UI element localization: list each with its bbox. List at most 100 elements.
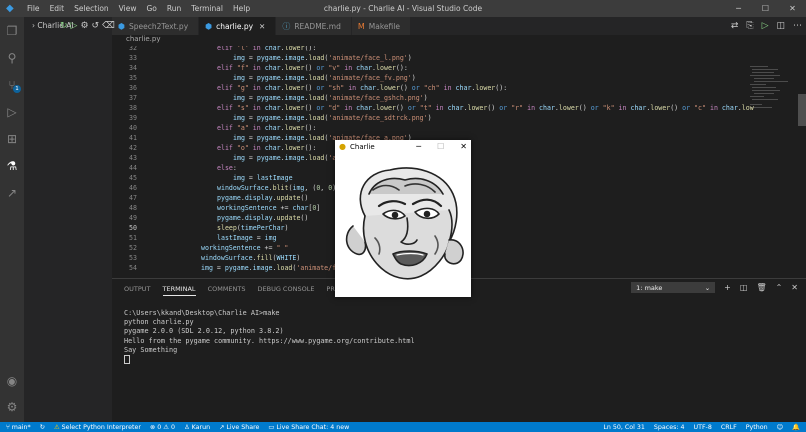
open-changes-icon[interactable]: ⎘	[746, 21, 753, 31]
line-number: 32	[129, 46, 137, 52]
tab-debug-console[interactable]: DEBUG CONSOLE	[258, 285, 315, 296]
debug-icon[interactable]: ⚙	[80, 21, 88, 31]
terminal-line: python charlie.py	[124, 318, 194, 327]
line-number: 46	[129, 184, 137, 192]
code-text: elif "s" in char.lower() or "d" in char.…	[217, 104, 754, 112]
code-line[interactable]: 40 elif "a" in char.lower():	[112, 123, 806, 133]
user-status[interactable]: ♙ Karun	[184, 424, 210, 431]
editor-actions: ⇄ ⎘ ▷ ◫ ⋯	[731, 17, 802, 35]
run-debug-icon[interactable]: ▷	[0, 98, 24, 125]
tab-speech2text[interactable]: ⬢ Speech2Text.py	[112, 17, 200, 35]
tab-output[interactable]: OUTPUT	[124, 285, 151, 296]
split-terminal-icon[interactable]: ◫	[740, 283, 748, 292]
pygame-close-icon[interactable]: ✕	[460, 142, 467, 151]
live-share-chat-status[interactable]: ▭ Live Share Chat: 4 new	[268, 424, 349, 431]
menu-edit[interactable]: Edit	[45, 4, 70, 13]
run-file-icon[interactable]: ▷	[762, 21, 769, 31]
clear-icon[interactable]: ⌫	[102, 21, 115, 31]
manage-gear-icon[interactable]: ⚙	[0, 393, 24, 420]
warnings-count: 0	[170, 423, 175, 431]
refresh-icon[interactable]: ↻	[60, 21, 68, 31]
code-line[interactable]: 36 elif "g" in char.lower() or "sh" in ch…	[112, 83, 806, 93]
code-line[interactable]: 39 img = pygame.image.load('animate/face_…	[112, 113, 806, 123]
code-line[interactable]: 35 img = pygame.image.load('animate/face_…	[112, 73, 806, 83]
branch-status[interactable]: ⑂ main*	[6, 424, 31, 431]
live-share-status[interactable]: ↗ Live Share	[219, 424, 259, 431]
problems-status[interactable]: ⊗ 0 ⚠ 0	[150, 424, 175, 431]
code-line[interactable]: 33 img = pygame.image.load('animate/face_…	[112, 53, 806, 63]
menu-file[interactable]: File	[22, 4, 45, 13]
terminal-output[interactable]: C:\Users\kkand\Desktop\Charlie AI>make py…	[124, 309, 415, 365]
line-number: 39	[129, 114, 137, 122]
breadcrumb-file[interactable]: charlie.py	[126, 35, 160, 43]
accounts-icon[interactable]: ◉	[0, 367, 24, 394]
run-all-icon[interactable]: ▷	[71, 21, 78, 31]
maximize-icon[interactable]: ☐	[752, 0, 779, 17]
more-actions-icon[interactable]: ⋯	[793, 21, 802, 31]
code-line[interactable]: 34 elif "f" in char.lower() or "v" in cha…	[112, 63, 806, 73]
menu-help[interactable]: Help	[228, 4, 255, 13]
line-ending[interactable]: CRLF	[721, 424, 737, 431]
pygame-minimize-icon[interactable]: ─	[416, 142, 421, 151]
cursor-position[interactable]: Ln 50, Col 31	[603, 424, 645, 431]
line-number: 42	[129, 144, 137, 152]
chevron-up-icon[interactable]: ⌃	[776, 283, 783, 292]
code-line[interactable]: 38 elif "s" in char.lower() or "d" in cha…	[112, 103, 806, 113]
source-control-icon[interactable]: ⑂ 1	[0, 71, 24, 98]
close-icon[interactable]: ✕	[779, 0, 806, 17]
close-tab-icon[interactable]: ✕	[259, 22, 265, 31]
sync-icon[interactable]: ↻	[40, 424, 45, 431]
tab-label: charlie.py	[216, 21, 254, 31]
bottom-panel: OUTPUT TERMINAL COMMENTS DEBUG CONSOLE P…	[112, 278, 806, 423]
code-line[interactable]: 32 elif 'l' in char.lower():	[112, 46, 806, 53]
menu-go[interactable]: Go	[141, 4, 161, 13]
compare-icon[interactable]: ⇄	[731, 21, 739, 31]
code-line[interactable]: 37 img = pygame.image.load('animate/face_…	[112, 93, 806, 103]
live-share-chat-label: Live Share Chat: 4 new	[276, 423, 350, 431]
info-file-icon: ⓘ	[282, 21, 291, 31]
code-text: pygame.display.update()	[217, 214, 309, 222]
close-panel-icon[interactable]: ✕	[791, 283, 798, 292]
indentation[interactable]: Spaces: 4	[654, 424, 685, 431]
test-toolbar: ↻ ▷ ⚙ ↺ ⌫	[32, 17, 119, 35]
menu-run[interactable]: Run	[162, 4, 186, 13]
tab-terminal[interactable]: TERMINAL	[162, 285, 196, 296]
terminal-select[interactable]: 1: make ⌄	[631, 282, 716, 293]
panel-actions: 1: make ⌄ + ◫ 🗑 ⌃ ✕	[631, 282, 798, 293]
tab-label: Speech2Text.py	[128, 21, 189, 31]
testing-icon[interactable]: ⚗	[0, 152, 24, 179]
explorer-icon[interactable]: ❐	[0, 17, 24, 44]
line-number: 41	[129, 134, 137, 142]
new-terminal-icon[interactable]: +	[724, 283, 731, 292]
minimize-icon[interactable]: ─	[725, 0, 752, 17]
menu-terminal[interactable]: Terminal	[186, 4, 228, 13]
extensions-icon[interactable]: ⊞	[0, 125, 24, 152]
reload-icon[interactable]: ↺	[92, 21, 100, 31]
line-number: 38	[129, 104, 137, 112]
editor-scrollbar[interactable]	[798, 46, 806, 274]
search-icon[interactable]: ⚲	[0, 44, 24, 71]
tab-readme[interactable]: ⓘ README.md	[276, 17, 352, 35]
feedback-icon[interactable]: ☺	[777, 424, 784, 431]
trash-icon[interactable]: 🗑	[756, 283, 766, 292]
menu-selection[interactable]: Selection	[69, 4, 114, 13]
menu-view[interactable]: View	[114, 4, 142, 13]
live-share-icon[interactable]: ↗	[0, 179, 24, 206]
line-number: 48	[129, 204, 137, 212]
language-mode[interactable]: Python	[746, 424, 768, 431]
scrollbar-thumb[interactable]	[798, 94, 806, 126]
pygame-window[interactable]: ● Charlie ─ ☐ ✕	[335, 140, 471, 297]
tab-makefile[interactable]: M Makefile	[351, 17, 411, 35]
code-text: pygame.display.update()	[217, 194, 309, 202]
split-editor-icon[interactable]: ◫	[776, 21, 785, 31]
chat-icon: ▭	[268, 423, 275, 431]
tab-charlie[interactable]: ⬢ charlie.py ✕	[199, 17, 277, 35]
interpreter-status[interactable]: ⚠ Select Python Interpreter	[54, 424, 141, 431]
notifications-icon[interactable]: 🔔	[792, 423, 800, 431]
breadcrumb[interactable]: charlie.py	[112, 35, 806, 46]
branch-label: main*	[11, 423, 31, 431]
pygame-maximize-icon[interactable]: ☐	[437, 142, 444, 151]
tab-comments[interactable]: COMMENTS	[208, 285, 246, 296]
encoding[interactable]: UTF-8	[693, 424, 711, 431]
pygame-icon: ●	[339, 142, 346, 151]
